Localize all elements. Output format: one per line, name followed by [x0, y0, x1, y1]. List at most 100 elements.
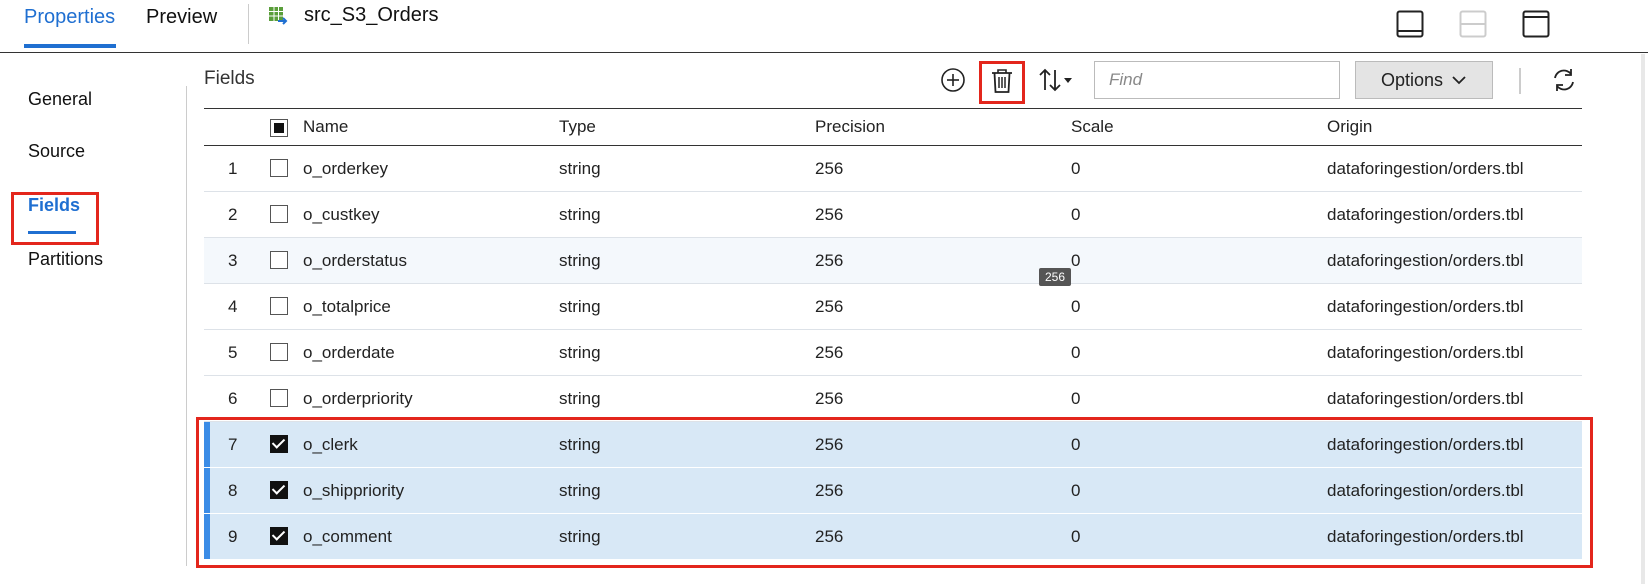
column-header-name[interactable]: Name	[303, 117, 348, 137]
table-row[interactable]: 3 o_orderstatus string 256 0 dataforinge…	[204, 238, 1582, 284]
options-button[interactable]: Options	[1355, 61, 1493, 99]
table-row[interactable]: 2 o_custkey string 256 0 dataforingestio…	[204, 192, 1582, 238]
fields-panel-title: Fields	[204, 68, 255, 89]
row-number: 2	[228, 205, 238, 224]
field-type[interactable]: string	[559, 297, 601, 317]
field-name[interactable]: o_orderstatus	[303, 251, 407, 271]
field-name[interactable]: o_orderdate	[303, 343, 395, 363]
field-scale[interactable]: 0	[1071, 297, 1080, 317]
layout-top-panel-icon[interactable]	[1522, 10, 1550, 38]
row-number: 8	[228, 481, 238, 500]
layout-bottom-panel-icon[interactable]	[1396, 10, 1424, 38]
field-precision[interactable]: 256	[815, 527, 843, 547]
field-precision[interactable]: 256	[815, 435, 843, 455]
field-name[interactable]: o_shippriority	[303, 481, 404, 501]
field-origin: dataforingestion/orders.tbl	[1327, 481, 1524, 500]
column-header-type[interactable]: Type	[559, 117, 596, 137]
field-origin: dataforingestion/orders.tbl	[1327, 389, 1524, 408]
field-type[interactable]: string	[559, 435, 601, 455]
highlight-box-fields-nav	[11, 192, 99, 245]
field-scale[interactable]: 0	[1071, 251, 1080, 271]
field-origin: dataforingestion/orders.tbl	[1327, 435, 1524, 454]
field-scale[interactable]: 0	[1071, 205, 1080, 225]
layout-split-panel-icon	[1459, 10, 1487, 38]
field-name[interactable]: o_totalprice	[303, 297, 391, 317]
field-precision[interactable]: 256	[815, 343, 843, 363]
tab-properties[interactable]: Properties	[24, 6, 115, 29]
field-type[interactable]: string	[559, 205, 601, 225]
field-scale[interactable]: 0	[1071, 435, 1080, 455]
row-checkbox[interactable]	[270, 389, 288, 407]
plus-circle-icon[interactable]	[940, 67, 966, 93]
field-name[interactable]: o_custkey	[303, 205, 380, 225]
field-scale[interactable]: 0	[1071, 527, 1080, 547]
row-number: 6	[228, 389, 238, 408]
field-scale[interactable]: 0	[1071, 481, 1080, 501]
tab-divider	[248, 4, 249, 44]
field-type[interactable]: string	[559, 251, 601, 271]
tab-preview[interactable]: Preview	[146, 6, 217, 29]
row-checkbox[interactable]	[270, 159, 288, 177]
field-type[interactable]: string	[559, 159, 601, 179]
row-checkbox[interactable]	[270, 343, 288, 361]
table-row[interactable]: 4 o_totalprice string 256 0 dataforinges…	[204, 284, 1582, 330]
field-precision[interactable]: 256	[815, 205, 843, 225]
row-checkbox-checked[interactable]	[270, 435, 288, 453]
field-name[interactable]: o_comment	[303, 527, 392, 547]
options-button-label: Options	[1380, 69, 1444, 90]
row-checkbox[interactable]	[270, 297, 288, 315]
field-name[interactable]: o_orderpriority	[303, 389, 413, 409]
table-row[interactable]: 6 o_orderpriority string 256 0 dataforin…	[204, 376, 1582, 422]
field-type[interactable]: string	[559, 527, 601, 547]
field-type[interactable]: string	[559, 481, 601, 501]
table-row-selected[interactable]: 8 o_shippriority string 256 0 dataforing…	[204, 468, 1582, 514]
row-checkbox[interactable]	[270, 251, 288, 269]
field-type[interactable]: string	[559, 389, 601, 409]
active-tab-indicator	[24, 44, 116, 48]
select-all-checkbox[interactable]	[270, 119, 288, 137]
field-origin: dataforingestion/orders.tbl	[1327, 297, 1524, 316]
field-precision[interactable]: 256	[815, 389, 843, 409]
row-number: 5	[228, 343, 238, 362]
field-origin: dataforingestion/orders.tbl	[1327, 159, 1524, 178]
table-row-selected[interactable]: 9 o_comment string 256 0 dataforingestio…	[204, 514, 1582, 560]
find-input[interactable]	[1094, 61, 1340, 99]
table-row[interactable]: 1 o_orderkey string 256 0 dataforingesti…	[204, 146, 1582, 192]
row-number: 9	[228, 527, 238, 546]
column-header-origin[interactable]: Origin	[1327, 117, 1372, 137]
field-origin: dataforingestion/orders.tbl	[1327, 251, 1524, 270]
field-scale[interactable]: 0	[1071, 159, 1080, 179]
field-precision[interactable]: 256	[815, 481, 843, 501]
column-header-precision[interactable]: Precision	[815, 117, 885, 137]
row-checkbox[interactable]	[270, 205, 288, 223]
field-type[interactable]: string	[559, 343, 601, 363]
table-header: Name Type Precision Scale Origin	[204, 109, 1582, 146]
precision-tooltip: 256	[1039, 268, 1072, 286]
toolbar-divider	[1519, 68, 1521, 94]
field-origin: dataforingestion/orders.tbl	[1327, 527, 1524, 546]
field-scale[interactable]: 0	[1071, 389, 1080, 409]
top-tab-bar: Properties Preview src_S3_Orders	[0, 0, 1648, 52]
field-name[interactable]: o_orderkey	[303, 159, 388, 179]
field-name[interactable]: o_clerk	[303, 435, 358, 455]
table-row[interactable]: 5 o_orderdate string 256 0 dataforingest…	[204, 330, 1582, 376]
field-origin: dataforingestion/orders.tbl	[1327, 205, 1524, 224]
row-checkbox-checked[interactable]	[270, 481, 288, 499]
vertical-scrollbar[interactable]	[1641, 54, 1645, 584]
header-divider	[0, 52, 1648, 53]
column-header-scale[interactable]: Scale	[1071, 117, 1114, 137]
field-scale[interactable]: 0	[1071, 343, 1080, 363]
refresh-icon[interactable]	[1551, 67, 1577, 93]
sidenav-divider	[186, 86, 187, 566]
row-checkbox-checked[interactable]	[270, 527, 288, 545]
sort-arrows-icon[interactable]	[1037, 66, 1077, 94]
chevron-down-icon	[1452, 76, 1466, 85]
table-row-selected[interactable]: 7 o_clerk string 256 0 dataforingestion/…	[204, 422, 1582, 468]
source-table-icon	[269, 7, 288, 25]
sidenav-item-general[interactable]: General	[28, 89, 92, 110]
sidenav-item-partitions[interactable]: Partitions	[28, 249, 103, 270]
field-precision[interactable]: 256	[815, 297, 843, 317]
sidenav-item-source[interactable]: Source	[28, 141, 85, 162]
field-precision[interactable]: 256	[815, 251, 843, 271]
field-precision[interactable]: 256	[815, 159, 843, 179]
